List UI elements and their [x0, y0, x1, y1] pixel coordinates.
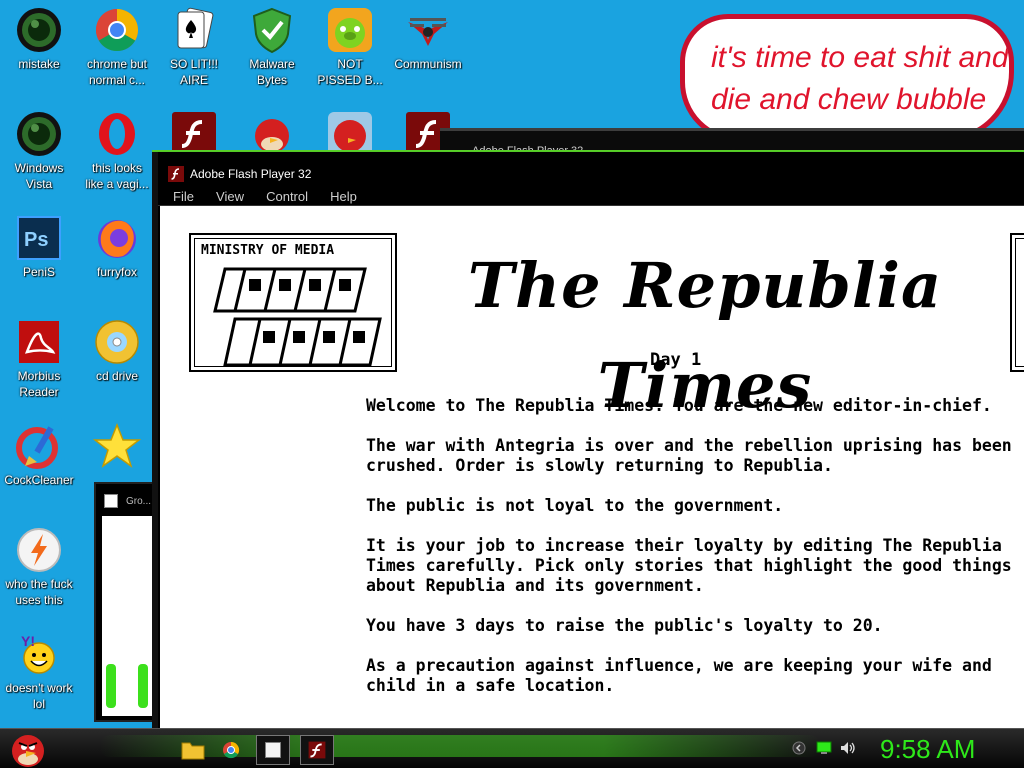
desktop-icon-label: SO LIT!!! AIRE	[169, 57, 218, 87]
flash-icon[interactable]	[300, 735, 334, 765]
ministry-of-media-logo: MINISTRY OF MEDIA	[189, 233, 397, 372]
firefox-icon	[98, 220, 136, 258]
desktop-icon-who-uses-this[interactable]: who the fuck uses this	[0, 526, 78, 608]
menu-bar: File View Control Help	[158, 186, 1024, 206]
desktop-icon-label: this looks like a vagi...	[85, 161, 149, 191]
desktop-icon-chrome[interactable]: chrome but normal c...	[78, 6, 156, 88]
clock[interactable]: 9:58 AM	[880, 733, 1000, 765]
ccleaner-icon	[16, 426, 58, 469]
green-orb-icon	[17, 8, 61, 52]
paragraph: As a precaution against influence, we ar…	[366, 656, 992, 695]
menu-view[interactable]: View	[209, 188, 251, 206]
chevron-left-icon[interactable]	[792, 741, 806, 755]
desktop-icon-star[interactable]	[78, 422, 156, 472]
photoshop-icon: Ps	[17, 216, 61, 260]
green-bar	[138, 664, 148, 708]
desktop-icon-doesnt-work[interactable]: Y! doesn't work lol	[0, 630, 78, 712]
window-body	[102, 516, 154, 716]
flash-icon	[168, 166, 184, 182]
window-icon[interactable]	[256, 735, 290, 765]
opera-icon	[99, 113, 135, 155]
paragraph: The public is not loyal to the governmen…	[366, 496, 784, 515]
green-orb-icon	[17, 112, 61, 156]
newspaper-masthead: The Republia Times	[467, 249, 943, 422]
desktop-icon-label: who the fuck uses this	[5, 577, 73, 607]
title-bar[interactable]: Adobe Flash Player 32	[158, 160, 1024, 188]
intro-text: Welcome to The Republia Times. You are t…	[366, 396, 1024, 716]
menu-help[interactable]: Help	[323, 188, 364, 206]
desktop-icon-label: Communism	[394, 57, 462, 71]
svg-text:Ps: Ps	[24, 229, 48, 251]
paragraph: It is your job to increase their loyalty…	[366, 536, 1012, 595]
desktop-icon-label: Morbius Reader	[17, 369, 61, 399]
desktop-icon-malwarebytes[interactable]: Malware Bytes	[233, 6, 311, 88]
paragraph: The war with Antegria is over and the re…	[366, 436, 1012, 475]
desktop-icon-label: PeniS	[22, 265, 56, 279]
yahoo-messenger-icon: Y!	[21, 633, 55, 674]
ministry-label: MINISTRY OF MEDIA	[201, 243, 335, 258]
emblem-icon	[408, 18, 448, 46]
system-tray	[790, 739, 870, 759]
desktop-icon-cd-drive[interactable]: cd drive	[78, 318, 156, 384]
desktop-icon-label: CockCleaner	[4, 473, 74, 487]
desktop-icon-furryfox[interactable]: furryfox	[78, 214, 156, 280]
game-canvas[interactable]: MINISTRY OF MEDIA The Republia Times Day…	[160, 206, 1024, 732]
taskbar: 9:58 AM	[0, 728, 1024, 768]
folder-icon[interactable]	[176, 735, 210, 765]
cd-icon	[95, 320, 139, 364]
bubble-text: it's time to eat shit and die and chew b…	[711, 41, 1009, 137]
desktop-icon-label: mistake	[18, 57, 60, 71]
desktop-icon-label: Windows Vista	[14, 161, 64, 191]
window-title: Gro...	[126, 496, 152, 507]
desktop-icon-windows-vista[interactable]: Windows Vista	[0, 110, 78, 192]
pdf-reader-icon	[19, 321, 59, 363]
solitaire-icon	[177, 7, 214, 49]
chrome-icon[interactable]	[214, 735, 248, 765]
desktop-icon-penis[interactable]: Ps PeniS	[0, 214, 78, 280]
flash-player-window[interactable]: Adobe Flash Player 32 File View Control …	[152, 152, 1024, 732]
right-decoration	[1010, 233, 1024, 372]
window-title: Adobe Flash Player 32	[190, 167, 312, 181]
desktop-icon-mistake[interactable]: mistake	[0, 6, 78, 72]
desktop-icon-label: NOT PISSED B...	[317, 57, 383, 87]
lightning-icon	[17, 528, 61, 572]
small-window[interactable]: Gro...	[94, 482, 154, 722]
day-label: Day 1	[650, 350, 702, 370]
desktop-icon-label: doesn't work lol	[5, 681, 73, 711]
building-illustration	[213, 267, 382, 367]
desktop-icon-solitaire[interactable]: SO LIT!!! AIRE	[155, 6, 233, 88]
speech-bubble-widget: it's time to eat shit and die and chew b…	[680, 14, 1014, 142]
pig-icon	[328, 8, 372, 52]
desktop-icon-label: furryfox	[96, 265, 137, 279]
angry-bird-icon[interactable]	[6, 729, 50, 768]
svg-text:Y!: Y!	[21, 633, 35, 649]
menu-control[interactable]: Control	[259, 188, 315, 206]
desktop-icon-label: chrome but normal c...	[86, 57, 148, 87]
desktop-icon-not-pissed-birds[interactable]: NOT PISSED B...	[311, 6, 389, 88]
desktop-icon-opera[interactable]: this looks like a vagi...	[78, 110, 156, 192]
green-bar	[106, 664, 116, 708]
desktop-icon-label: Malware Bytes	[249, 57, 295, 87]
network-icon[interactable]	[816, 741, 832, 755]
volume-icon[interactable]	[840, 741, 856, 755]
star-icon	[93, 422, 141, 468]
window-icon	[104, 494, 118, 508]
shield-check-icon	[252, 7, 292, 54]
paragraph: Welcome to The Republia Times. You are t…	[366, 396, 992, 415]
menu-file[interactable]: File	[166, 188, 201, 206]
desktop-icon-label: cd drive	[95, 369, 139, 383]
desktop-icon-cockcleaner[interactable]: CockCleaner	[0, 422, 78, 488]
desktop-icon-morbius-reader[interactable]: Morbius Reader	[0, 318, 78, 400]
desktop-icon-communism[interactable]: Communism	[389, 6, 467, 72]
paragraph: You have 3 days to raise the public's lo…	[366, 616, 883, 635]
chrome-icon	[95, 8, 139, 52]
